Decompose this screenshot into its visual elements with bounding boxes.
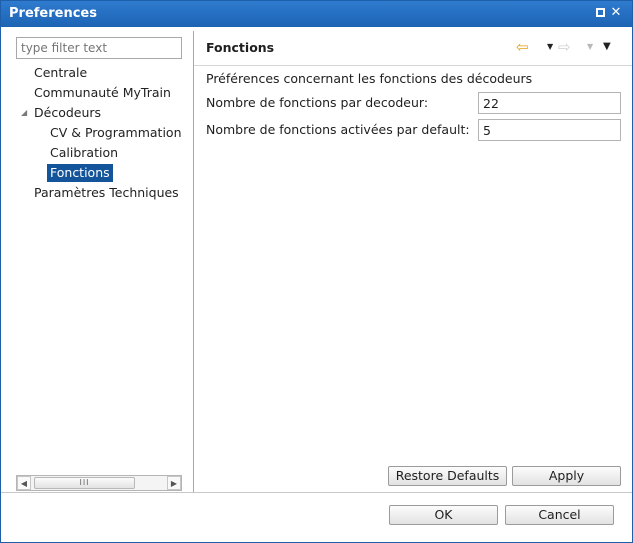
- default-active-functions-field[interactable]: [478, 119, 621, 141]
- title-bar[interactable]: Preferences ✕: [1, 1, 632, 27]
- functions-per-decoder-label: Nombre de fonctions par decodeur:: [206, 95, 429, 110]
- maximize-icon[interactable]: [592, 5, 608, 21]
- tree-item-calibration[interactable]: Calibration: [50, 144, 118, 162]
- back-history-dropdown-icon[interactable]: ▼: [547, 39, 553, 55]
- tree-item-fonctions[interactable]: Fonctions: [47, 164, 113, 182]
- tree-item-decodeurs[interactable]: Décodeurs: [34, 104, 101, 122]
- close-icon[interactable]: ✕: [608, 5, 624, 21]
- horizontal-scrollbar[interactable]: ◀ III ▶: [16, 475, 182, 491]
- default-active-functions-label: Nombre de fonctions activées par default…: [206, 122, 470, 137]
- tree-item-communaute-mytrain[interactable]: Communauté MyTrain: [34, 84, 171, 102]
- filter-input[interactable]: [16, 37, 182, 59]
- restore-defaults-button[interactable]: Restore Defaults: [388, 466, 507, 486]
- scroll-left-icon[interactable]: ◀: [17, 476, 31, 490]
- apply-button[interactable]: Apply: [512, 466, 621, 486]
- window-title: Preferences: [9, 6, 97, 21]
- footer-separator: [1, 492, 632, 493]
- scroll-right-icon[interactable]: ▶: [167, 476, 181, 490]
- tree-item-centrale[interactable]: Centrale: [34, 64, 87, 82]
- expanded-twisty-icon[interactable]: ◢: [21, 108, 27, 117]
- forward-history-dropdown-icon: ▼: [587, 42, 594, 51]
- page-description: Préférences concernant les fonctions des…: [206, 71, 533, 86]
- preferences-window: Preferences ✕ Centrale Communauté MyTrai…: [0, 0, 633, 543]
- cancel-button[interactable]: Cancel: [505, 505, 614, 525]
- back-arrow-icon[interactable]: ⇦: [516, 39, 529, 55]
- tree-item-cv-programmation[interactable]: CV & Programmation: [50, 124, 182, 142]
- page-title: Fonctions: [206, 40, 275, 55]
- pane-divider[interactable]: [193, 31, 194, 492]
- view-menu-icon[interactable]: ▼: [603, 39, 611, 55]
- scrollbar-thumb[interactable]: III: [34, 477, 135, 489]
- ok-button[interactable]: OK: [389, 505, 498, 525]
- tree-item-parametres-techniques[interactable]: Paramètres Techniques: [34, 184, 179, 202]
- forward-arrow-icon: ⇨: [558, 38, 571, 56]
- functions-per-decoder-field[interactable]: [478, 92, 621, 114]
- header-separator: [194, 65, 632, 66]
